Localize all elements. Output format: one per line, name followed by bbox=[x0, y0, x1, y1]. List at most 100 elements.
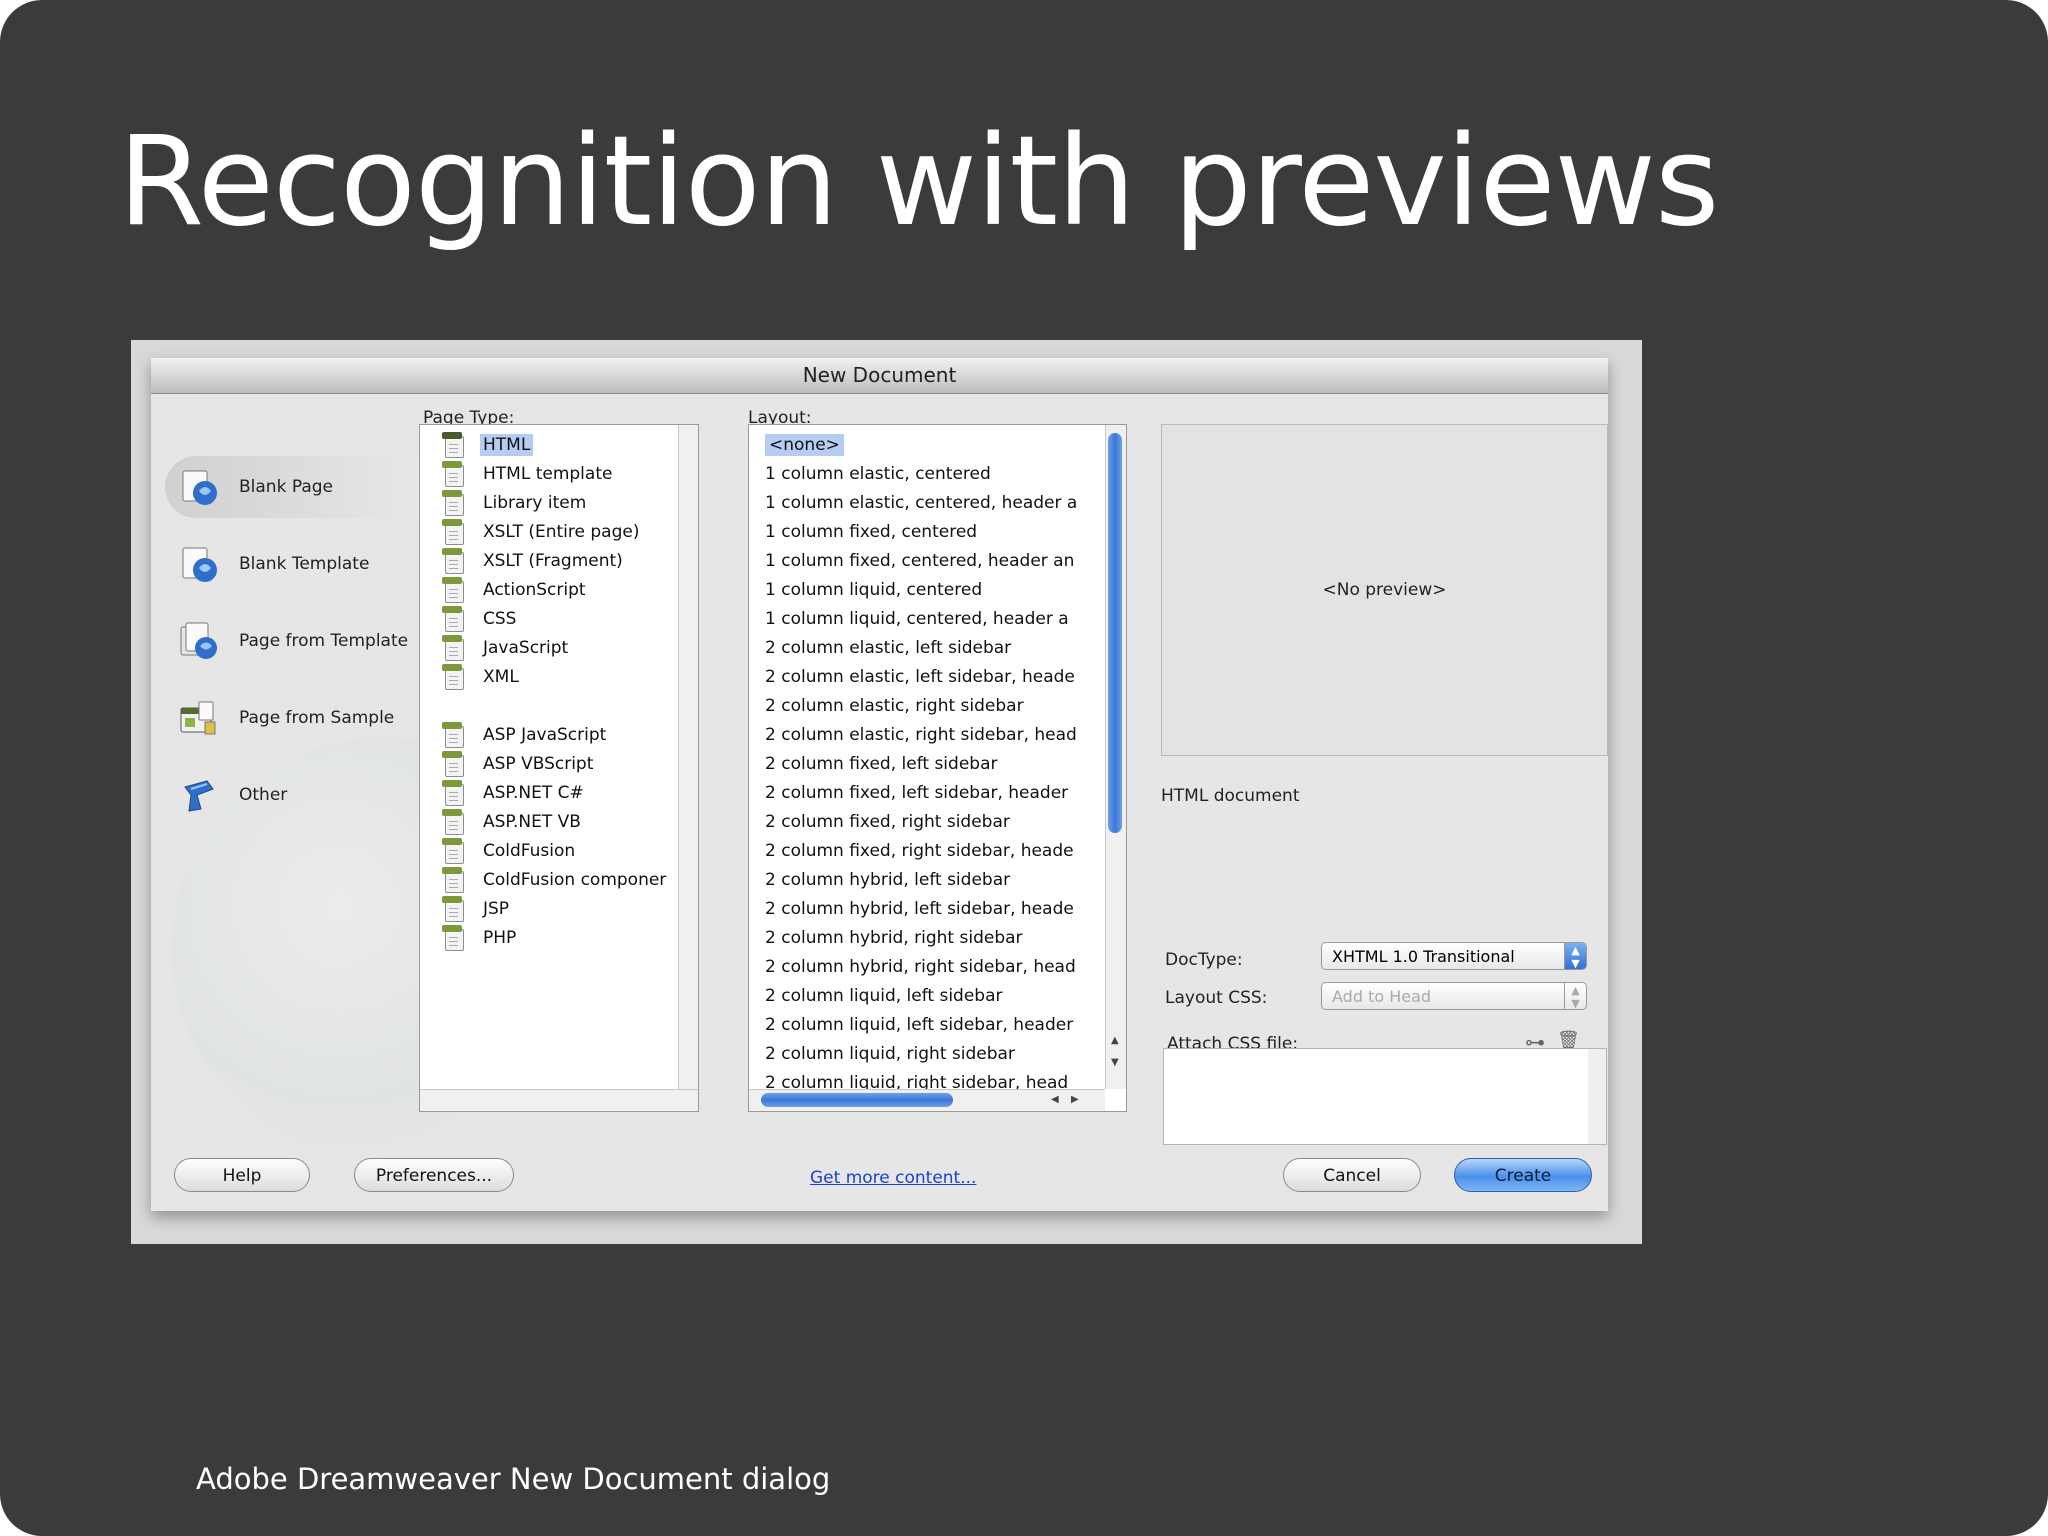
layout-item[interactable]: 2 column elastic, right sidebar bbox=[765, 692, 1024, 720]
category-page-from-template[interactable]: Page from Template bbox=[165, 610, 425, 672]
document-icon bbox=[442, 635, 466, 661]
layout-item[interactable]: 2 column fixed, right sidebar bbox=[765, 808, 1010, 836]
layout-item[interactable]: 1 column elastic, centered bbox=[765, 460, 991, 488]
layout-item-label: 2 column fixed, right sidebar, heade bbox=[765, 841, 1074, 861]
help-button[interactable]: Help bbox=[174, 1158, 310, 1192]
page-type-item[interactable]: ASP VBScript bbox=[420, 750, 596, 778]
other-icon bbox=[177, 773, 221, 817]
get-more-content-link[interactable]: Get more content... bbox=[810, 1168, 976, 1188]
layout-item-label: 2 column fixed, left sidebar, header bbox=[765, 783, 1069, 803]
layout-item[interactable]: 2 column elastic, left sidebar, heade bbox=[765, 663, 1075, 691]
layout-vscrollbar[interactable]: ▲ ▼ bbox=[1105, 425, 1126, 1089]
layout-item[interactable]: 1 column elastic, centered, header a bbox=[765, 489, 1077, 517]
page-type-item[interactable]: ASP.NET VB bbox=[420, 808, 584, 836]
document-icon bbox=[442, 664, 466, 690]
page-type-item[interactable]: ColdFusion componer bbox=[420, 866, 669, 894]
page-type-item[interactable]: ColdFusion bbox=[420, 837, 578, 865]
page-type-item[interactable]: PHP bbox=[420, 924, 519, 952]
layout-vscroll-thumb[interactable] bbox=[1108, 433, 1122, 833]
new-document-dialog: New Document Blank Page Blank Template P… bbox=[151, 358, 1608, 1211]
document-icon bbox=[442, 780, 466, 806]
layout-css-select[interactable]: Add to Head ▲ ▼ bbox=[1321, 982, 1587, 1010]
page-type-item[interactable]: Library item bbox=[420, 489, 589, 517]
create-button[interactable]: Create bbox=[1454, 1158, 1592, 1192]
category-page-from-sample[interactable]: Page from Sample bbox=[165, 687, 425, 749]
preview-pane: <No preview> bbox=[1161, 424, 1608, 756]
page-type-item-label: HTML template bbox=[483, 464, 613, 484]
layout-item[interactable]: 2 column hybrid, left sidebar, heade bbox=[765, 895, 1074, 923]
page-type-item[interactable]: XSLT (Entire page) bbox=[420, 518, 642, 546]
layout-item-label: 1 column fixed, centered bbox=[765, 522, 978, 542]
document-icon bbox=[442, 490, 466, 516]
layout-item[interactable]: 2 column hybrid, right sidebar bbox=[765, 924, 1023, 952]
layout-item-label: 1 column elastic, centered bbox=[765, 464, 991, 484]
layout-item[interactable]: 1 column liquid, centered bbox=[765, 576, 982, 604]
page-type-item[interactable]: HTML bbox=[420, 431, 534, 459]
document-icon bbox=[442, 519, 466, 545]
attach-css-list[interactable] bbox=[1163, 1048, 1590, 1145]
layout-item[interactable]: 1 column fixed, centered bbox=[765, 518, 977, 546]
page-type-item[interactable]: XSLT (Fragment) bbox=[420, 547, 626, 575]
page-type-item-label: ASP.NET VB bbox=[483, 812, 581, 832]
page-type-hscrollbar[interactable] bbox=[420, 1089, 698, 1111]
scroll-left-arrow-icon[interactable]: ◀ bbox=[1051, 1094, 1059, 1105]
layout-item[interactable]: <none> bbox=[765, 431, 844, 459]
scroll-right-arrow-icon[interactable]: ▶ bbox=[1071, 1094, 1079, 1105]
page-type-item[interactable]: XML bbox=[420, 663, 522, 691]
doctype-label: DocType: bbox=[1165, 950, 1243, 970]
page-type-item-label: CSS bbox=[483, 609, 517, 629]
layout-item[interactable]: 2 column fixed, left sidebar bbox=[765, 750, 997, 778]
page-type-item[interactable]: JavaScript bbox=[420, 634, 571, 662]
layout-item[interactable]: 1 column fixed, centered, header an bbox=[765, 547, 1074, 575]
page-type-item-label: ASP JavaScript bbox=[483, 725, 607, 745]
document-icon bbox=[442, 809, 466, 835]
page-type-item[interactable]: HTML template bbox=[420, 460, 615, 488]
slide: Recognition with previews New Document B… bbox=[0, 0, 2048, 1536]
attach-css-scrollbar[interactable] bbox=[1588, 1048, 1607, 1145]
dialog-title: New Document bbox=[151, 358, 1608, 394]
scroll-down-arrow-icon[interactable]: ▼ bbox=[1111, 1057, 1119, 1068]
layout-item[interactable]: 2 column fixed, right sidebar, heade bbox=[765, 837, 1074, 865]
page-type-item-label: ColdFusion bbox=[483, 841, 576, 861]
document-icon bbox=[442, 432, 466, 458]
layout-item-label: 2 column elastic, left sidebar, heade bbox=[765, 667, 1075, 687]
layout-item[interactable]: 2 column hybrid, right sidebar, head bbox=[765, 953, 1076, 981]
layout-item[interactable]: 2 column elastic, right sidebar, head bbox=[765, 721, 1077, 749]
layout-item-label: 2 column liquid, left sidebar bbox=[765, 986, 1003, 1006]
slide-caption: Adobe Dreamweaver New Document dialog bbox=[196, 1462, 831, 1496]
page-type-item[interactable]: ASP.NET C# bbox=[420, 779, 587, 807]
layout-item[interactable]: 2 column liquid, left sidebar, header bbox=[765, 1011, 1073, 1039]
document-icon bbox=[442, 838, 466, 864]
layout-item-label: 2 column hybrid, right sidebar, head bbox=[765, 957, 1076, 977]
category-other[interactable]: Other bbox=[165, 764, 425, 826]
layout-item[interactable]: 2 column liquid, right sidebar bbox=[765, 1040, 1015, 1068]
doctype-select[interactable]: XHTML 1.0 Transitional ▲ ▼ bbox=[1321, 942, 1587, 970]
layout-item[interactable]: 1 column liquid, centered, header a bbox=[765, 605, 1069, 633]
layout-hscrollbar[interactable]: ◀ ▶ bbox=[749, 1089, 1105, 1111]
layout-item[interactable]: 2 column elastic, left sidebar bbox=[765, 634, 1011, 662]
category-label: Page from Template bbox=[239, 631, 409, 651]
page-type-item-label: JSP bbox=[483, 899, 510, 919]
page-type-item-label: XSLT (Entire page) bbox=[483, 522, 640, 542]
page-type-vscrollbar[interactable] bbox=[678, 425, 698, 1089]
document-icon bbox=[442, 896, 466, 922]
page-type-item[interactable]: ActionScript bbox=[420, 576, 589, 604]
category-blank-template[interactable]: Blank Template bbox=[165, 533, 425, 595]
category-blank-page[interactable]: Blank Page bbox=[165, 456, 425, 518]
cancel-button[interactable]: Cancel bbox=[1283, 1158, 1421, 1192]
layout-item[interactable]: 2 column hybrid, left sidebar bbox=[765, 866, 1010, 894]
layout-item-label: 1 column elastic, centered, header a bbox=[765, 493, 1078, 513]
page-type-list[interactable]: HTML HTML template Library item XSLT (Entir… bbox=[419, 424, 699, 1112]
page-type-item[interactable]: CSS bbox=[420, 605, 519, 633]
page-type-item[interactable]: ASP JavaScript bbox=[420, 721, 609, 749]
document-icon bbox=[442, 751, 466, 777]
page-type-item-label: HTML bbox=[480, 434, 534, 456]
slide-title: Recognition with previews bbox=[118, 110, 1720, 254]
layout-item[interactable]: 2 column liquid, left sidebar bbox=[765, 982, 1003, 1010]
page-type-item[interactable]: JSP bbox=[420, 895, 512, 923]
scroll-up-arrow-icon[interactable]: ▲ bbox=[1111, 1035, 1119, 1046]
layout-item[interactable]: 2 column fixed, left sidebar, header bbox=[765, 779, 1068, 807]
preferences-button[interactable]: Preferences... bbox=[354, 1158, 514, 1192]
layout-hscroll-thumb[interactable] bbox=[761, 1093, 953, 1107]
layout-list[interactable]: <none> 1 column elastic, centered 1 column… bbox=[748, 424, 1127, 1112]
